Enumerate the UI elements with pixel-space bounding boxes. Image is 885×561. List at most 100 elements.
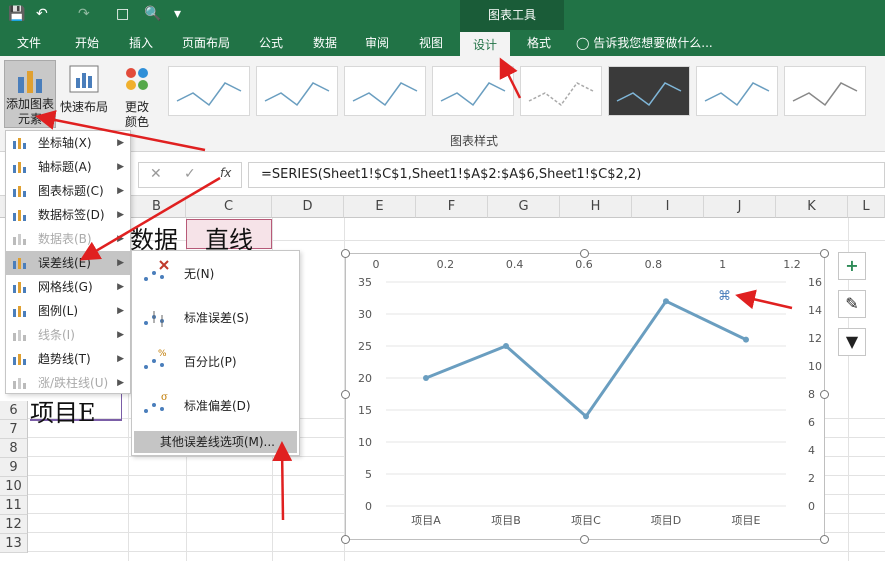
column-header[interactable]: G <box>488 196 560 218</box>
menu-item-gridlines[interactable]: 网格线(G) ▶ <box>6 275 130 299</box>
column-header[interactable]: H <box>560 196 632 218</box>
undo-icon[interactable]: ↶ <box>36 4 48 24</box>
column-header[interactable]: L <box>848 196 885 218</box>
tab-page-layout[interactable]: 页面布局 <box>174 30 238 56</box>
change-colors-icon <box>126 68 148 90</box>
row-header[interactable]: 7 <box>0 420 28 439</box>
column-header[interactable]: J <box>704 196 776 218</box>
change-colors-button[interactable]: 更改 颜色 <box>114 60 160 129</box>
ribbon: 添加图表 元素 快速布局 更改 颜色 图表样式 <box>0 56 885 152</box>
row-header[interactable]: 8 <box>0 439 28 458</box>
chart-style-3[interactable] <box>344 66 426 116</box>
chart-style-7[interactable] <box>696 66 778 116</box>
resize-handle[interactable] <box>580 535 589 544</box>
chart-styles-brush-icon[interactable]: ✎ <box>838 290 866 318</box>
chart-style-4[interactable] <box>432 66 514 116</box>
tab-view[interactable]: 视图 <box>408 30 454 56</box>
new-file-icon[interactable]: □ <box>116 4 129 24</box>
menu-item-axes[interactable]: 坐标轴(X) ▶ <box>6 131 130 155</box>
x2-tick-label: 0.8 <box>645 258 663 271</box>
tab-format[interactable]: 格式 <box>516 30 562 56</box>
resize-handle[interactable] <box>341 249 350 258</box>
y2-tick-label: 16 <box>808 276 822 289</box>
redo-icon[interactable]: ↷ <box>78 4 90 24</box>
gridlines-icon <box>13 282 26 293</box>
resize-handle[interactable] <box>820 390 829 399</box>
customize-qat-icon[interactable]: ▾ <box>174 4 181 24</box>
error-bars-standard-deviation[interactable]: σ 标准偏差(D) <box>132 383 299 427</box>
tab-formulas[interactable]: 公式 <box>248 30 294 56</box>
cell-a6[interactable]: 项目E <box>30 393 122 427</box>
y2-tick-label: 10 <box>808 360 822 373</box>
column-header[interactable]: K <box>776 196 848 218</box>
submenu-arrow-icon: ▶ <box>117 186 124 196</box>
y-tick-label: 15 <box>358 404 372 417</box>
tab-home[interactable]: 开始 <box>64 30 110 56</box>
x-tick-label: 项目C <box>571 514 601 527</box>
chart-elements-icon[interactable]: + <box>838 252 866 280</box>
lines-icon <box>13 330 26 341</box>
error-bar-marker: ⌘ <box>718 289 731 304</box>
resize-handle[interactable] <box>580 249 589 258</box>
formula-input[interactable]: =SERIES(Sheet1!$C$1,Sheet1!$A$2:$A$6,She… <box>248 162 885 188</box>
y2-tick-label: 6 <box>808 416 815 429</box>
chart-style-8[interactable] <box>784 66 866 116</box>
menu-item-legend[interactable]: 图例(L) ▶ <box>6 299 130 323</box>
line-chart[interactable]: 0 5 10 15 20 25 30 35 0 2 4 6 8 10 12 14 16 0 0.2 0.4 0.6 0.8… <box>345 253 825 540</box>
row-header[interactable]: 9 <box>0 458 28 477</box>
chart-filter-icon[interactable]: ▼ <box>838 328 866 356</box>
chart-style-5[interactable] <box>520 66 602 116</box>
y-tick-label: 0 <box>365 500 372 513</box>
chart-title-icon <box>13 186 26 197</box>
row-header[interactable]: 13 <box>0 534 28 553</box>
tell-me-text: 告诉我您想要做什么... <box>593 36 713 50</box>
y2-tick-label: 14 <box>808 304 822 317</box>
error-bars-none[interactable]: 无(N) <box>132 251 299 295</box>
menu-item-trendline[interactable]: 趋势线(T) ▶ <box>6 347 130 371</box>
tab-file[interactable]: 文件 <box>6 30 52 56</box>
menu-item-data-labels[interactable]: 数据标签(D) ▶ <box>6 203 130 227</box>
quick-layout-button[interactable]: 快速布局 <box>58 60 110 128</box>
tab-insert[interactable]: 插入 <box>118 30 164 56</box>
row-header[interactable]: 6 <box>0 401 28 420</box>
save-icon[interactable]: 💾 <box>8 4 25 24</box>
menu-item-chart-title[interactable]: 图表标题(C) ▶ <box>6 179 130 203</box>
tab-review[interactable]: 审阅 <box>354 30 400 56</box>
column-header[interactable]: E <box>344 196 416 218</box>
y-tick-label: 30 <box>358 308 372 321</box>
tab-data[interactable]: 数据 <box>302 30 348 56</box>
row-header[interactable]: 11 <box>0 496 28 515</box>
resize-handle[interactable] <box>820 249 829 258</box>
tab-design[interactable]: 设计 <box>460 30 510 56</box>
column-header[interactable]: C <box>186 196 272 218</box>
column-header[interactable]: I <box>632 196 704 218</box>
resize-handle[interactable] <box>341 535 350 544</box>
error-bars-standard-error[interactable]: 标准误差(S) <box>132 295 299 339</box>
resize-handle[interactable] <box>820 535 829 544</box>
column-header[interactable]: D <box>272 196 344 218</box>
svg-text:%: % <box>158 349 167 359</box>
column-header[interactable]: B <box>128 196 186 218</box>
more-error-bar-options[interactable]: 其他误差线选项(M)... <box>134 431 297 453</box>
resize-handle[interactable] <box>341 390 350 399</box>
submenu-arrow-icon: ▶ <box>117 378 124 388</box>
chart-style-2[interactable] <box>256 66 338 116</box>
data-point <box>583 413 589 420</box>
enter-icon[interactable]: ✓ <box>184 166 196 182</box>
cancel-icon[interactable]: ✕ <box>150 166 162 182</box>
cell-c1[interactable]: 直线 <box>186 219 272 254</box>
column-header[interactable]: F <box>416 196 488 218</box>
add-chart-element-button[interactable]: 添加图表 元素 <box>4 60 56 128</box>
print-preview-icon[interactable]: 🔍 <box>144 4 161 24</box>
y2-tick-label: 8 <box>808 388 815 401</box>
row-header[interactable]: 10 <box>0 477 28 496</box>
chart-style-6[interactable] <box>608 66 690 116</box>
fx-icon[interactable]: fx <box>220 166 231 180</box>
chart-style-1[interactable] <box>168 66 250 116</box>
change-colors-label1: 更改 <box>124 100 149 114</box>
row-header[interactable]: 12 <box>0 515 28 534</box>
menu-item-error-bars[interactable]: 误差线(E) ▶ <box>6 251 130 275</box>
tell-me-box[interactable]: ◯ 告诉我您想要做什么... <box>576 30 726 56</box>
error-bars-percentage[interactable]: % 百分比(P) <box>132 339 299 383</box>
menu-item-axis-titles[interactable]: 轴标题(A) ▶ <box>6 155 130 179</box>
